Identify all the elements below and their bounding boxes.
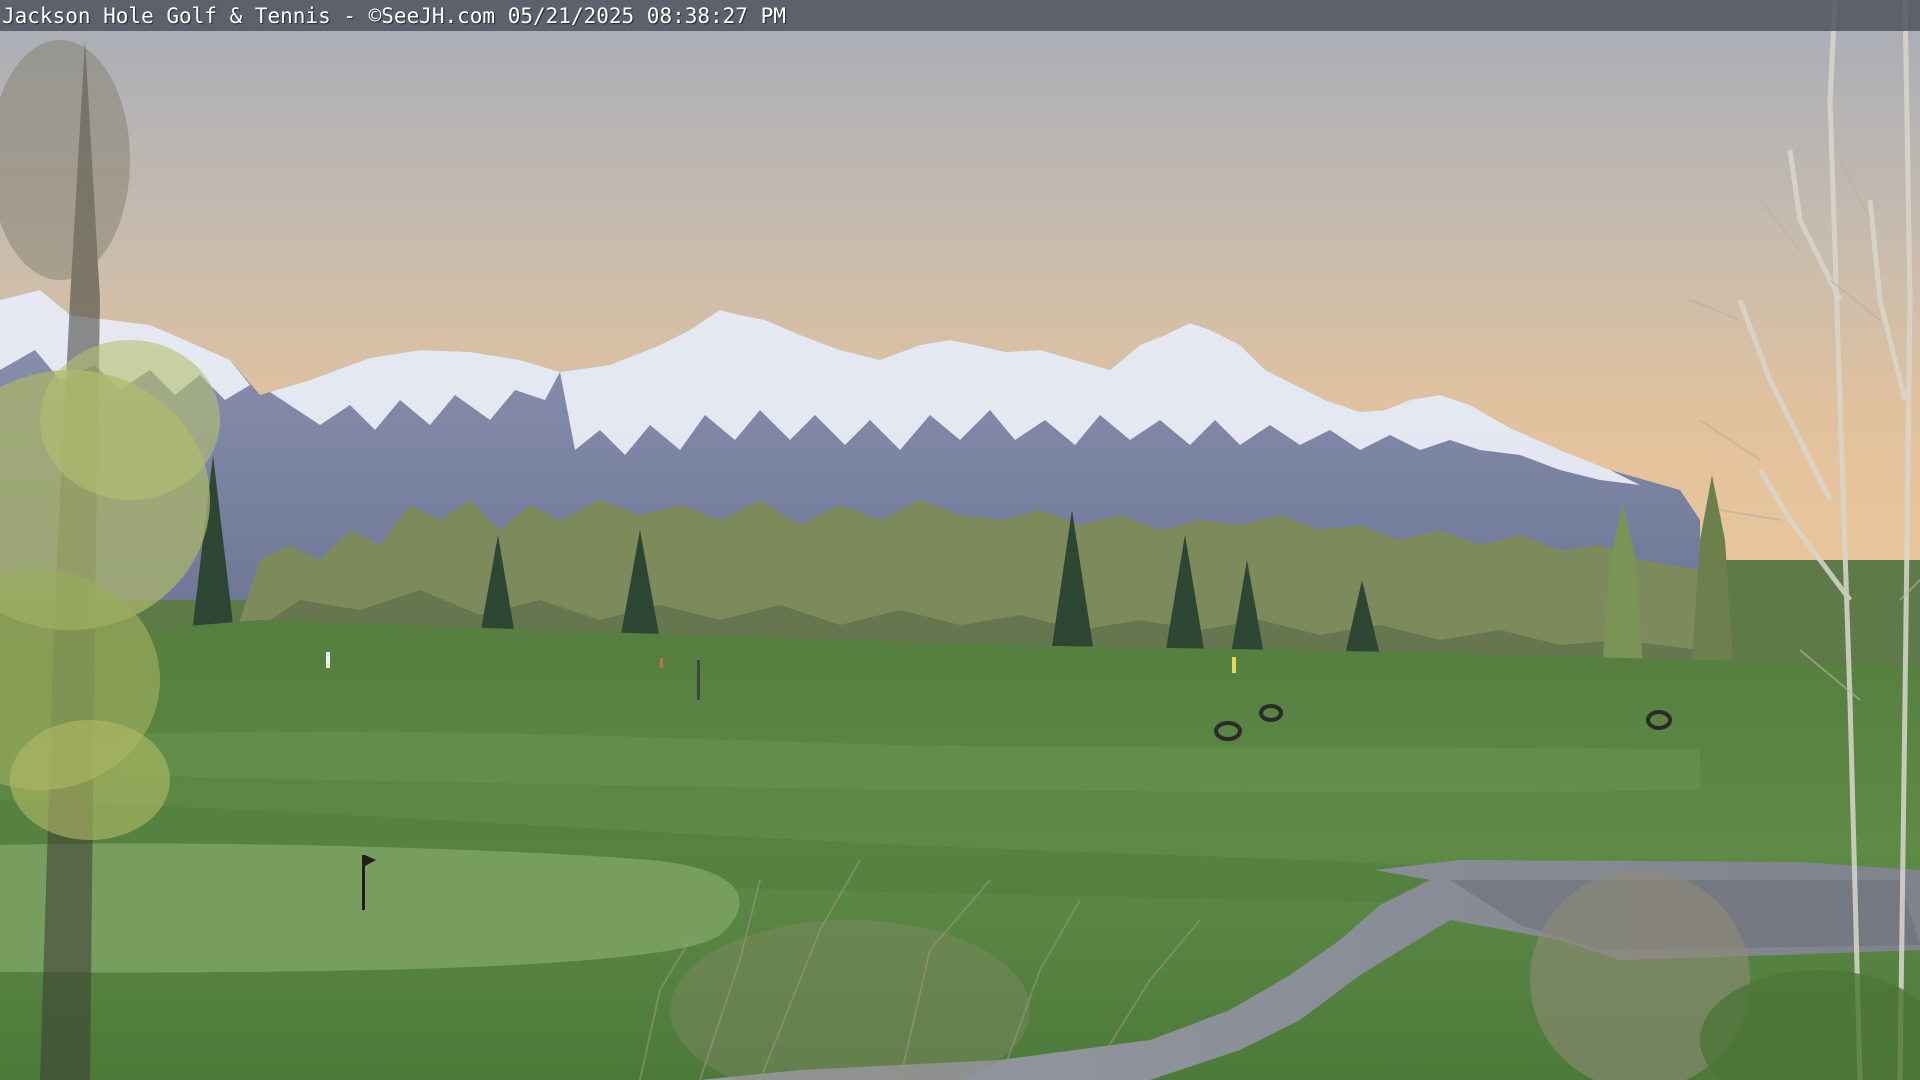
webcam-scene — [0, 0, 1920, 1080]
camera-caption: Jackson Hole Golf & Tennis - ©SeeJH.com … — [2, 4, 786, 28]
webcam-frame: Jackson Hole Golf & Tennis - ©SeeJH.com … — [0, 0, 1920, 1080]
camera-overlay-bar: Jackson Hole Golf & Tennis - ©SeeJH.com … — [0, 0, 1920, 31]
